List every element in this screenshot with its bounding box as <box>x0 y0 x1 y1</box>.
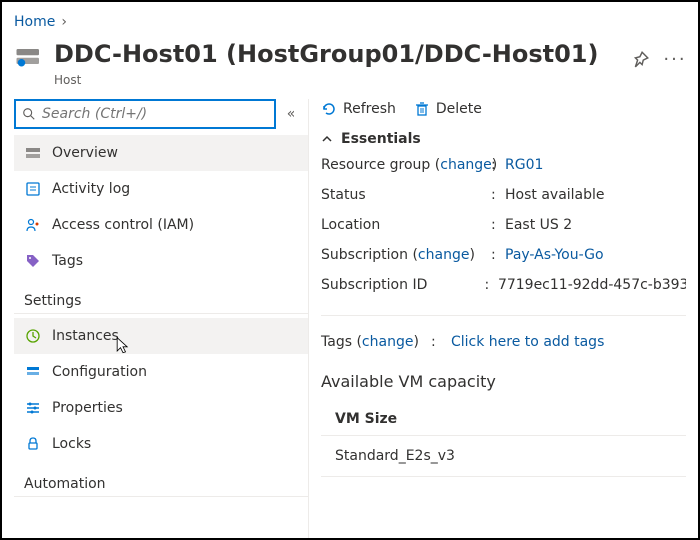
configuration-icon <box>24 363 42 381</box>
refresh-button[interactable]: Refresh <box>321 101 396 117</box>
nav-overview[interactable]: Overview <box>14 135 308 171</box>
vm-capacity-table: VM Size Standard_E2s_v3 <box>321 403 686 477</box>
search-box[interactable] <box>14 99 276 129</box>
change-resource-group[interactable]: change <box>440 157 492 173</box>
more-button[interactable]: ··· <box>664 48 686 70</box>
nav-locks[interactable]: Locks <box>14 426 308 462</box>
nav-configuration[interactable]: Configuration <box>14 354 308 390</box>
breadcrumb-sep: › <box>61 14 67 30</box>
label-status: Status <box>321 187 491 203</box>
properties-icon <box>24 399 42 417</box>
vm-capacity-title: Available VM capacity <box>321 350 686 403</box>
search-icon <box>22 107 36 121</box>
nav-label: Overview <box>52 145 118 161</box>
nav-label: Properties <box>52 400 123 416</box>
value-resource-group[interactable]: RG01 <box>505 157 543 173</box>
section-automation: Automation <box>14 462 308 497</box>
collapse-sidebar-button[interactable]: « <box>282 106 300 122</box>
action-label: Refresh <box>343 101 396 117</box>
change-tags[interactable]: change <box>362 334 414 350</box>
chevron-up-icon <box>321 133 333 145</box>
breadcrumb: Home › <box>14 10 686 34</box>
delete-button[interactable]: Delete <box>414 101 482 117</box>
nav-instances[interactable]: Instances <box>14 318 308 354</box>
nav-label: Instances <box>52 328 119 344</box>
command-bar: Refresh Delete <box>321 99 686 131</box>
nav-access-control[interactable]: Access control (IAM) <box>14 207 308 243</box>
nav-label: Configuration <box>52 364 147 380</box>
value-location: East US 2 <box>505 217 572 233</box>
nav-label: Locks <box>52 436 91 452</box>
page-title: DDC-Host01 (HostGroup01/DDC-Host01) <box>54 40 620 69</box>
search-input[interactable] <box>42 106 268 122</box>
essentials-grid: Resource group (change) : RG01 Status : … <box>321 157 686 350</box>
resource-type: Host <box>54 73 620 87</box>
sidebar: « Overview Activity log <box>14 99 309 538</box>
tag-icon <box>24 252 42 270</box>
table-row: Standard_E2s_v3 <box>321 435 686 477</box>
lock-icon <box>24 435 42 453</box>
instances-icon <box>24 327 42 345</box>
content-pane: Refresh Delete Essentials Resource group… <box>309 99 686 538</box>
value-status: Host available <box>505 187 605 203</box>
value-subscription-id: 7719ec11-92dd-457c-b393- <box>498 277 686 293</box>
iam-icon <box>24 216 42 234</box>
label-location: Location <box>321 217 491 233</box>
label-subscription-id: Subscription ID <box>321 277 484 293</box>
nav-tags[interactable]: Tags <box>14 243 308 279</box>
activity-log-icon <box>24 180 42 198</box>
refresh-icon <box>321 101 337 117</box>
essentials-divider <box>321 315 686 316</box>
pin-button[interactable] <box>630 48 652 70</box>
label-subscription: Subscription (change) <box>321 247 491 263</box>
breadcrumb-home[interactable]: Home <box>14 14 55 30</box>
nav-label: Access control (IAM) <box>52 217 194 233</box>
change-subscription[interactable]: change <box>418 247 470 263</box>
essentials-toggle[interactable]: Essentials <box>321 131 686 157</box>
overview-icon <box>24 144 42 162</box>
vm-col-header: VM Size <box>321 403 686 435</box>
nav-activity-log[interactable]: Activity log <box>14 171 308 207</box>
label-resource-group: Resource group (change) <box>321 157 491 173</box>
nav-label: Activity log <box>52 181 130 197</box>
action-label: Delete <box>436 101 482 117</box>
nav-properties[interactable]: Properties <box>14 390 308 426</box>
value-subscription[interactable]: Pay-As-You-Go <box>505 247 604 263</box>
value-tags[interactable]: Click here to add tags <box>451 334 604 350</box>
nav-label: Tags <box>52 253 83 269</box>
label-tags: Tags (change) <box>321 334 431 350</box>
essentials-title: Essentials <box>341 131 421 147</box>
host-icon <box>14 44 44 74</box>
page-header: DDC-Host01 (HostGroup01/DDC-Host01) Host… <box>14 34 686 99</box>
section-settings: Settings <box>14 279 308 314</box>
trash-icon <box>414 101 430 117</box>
